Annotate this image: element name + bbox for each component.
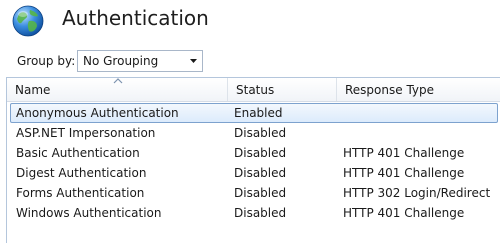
- row-name: ASP.NET Impersonation: [16, 126, 156, 140]
- authentication-list: Name Status Response Type Anonymous Auth…: [6, 77, 500, 243]
- row-status: Disabled: [234, 126, 287, 140]
- column-header-status[interactable]: Status: [228, 78, 337, 101]
- row-name: Forms Authentication: [16, 186, 145, 200]
- chevron-down-icon: [190, 59, 197, 63]
- page-title: Authentication: [62, 6, 209, 30]
- row-status: Disabled: [234, 146, 287, 160]
- row-name: Basic Authentication: [16, 146, 140, 160]
- column-header-response-type[interactable]: Response Type: [337, 78, 500, 101]
- column-header-label: Name: [15, 83, 51, 97]
- table-row[interactable]: ASP.NET Impersonation Disabled: [10, 123, 498, 143]
- row-status: Disabled: [234, 166, 287, 180]
- column-header-label: Response Type: [345, 83, 435, 97]
- table-row[interactable]: Anonymous Authentication Enabled: [10, 103, 498, 123]
- row-response-type: HTTP 401 Challenge: [343, 166, 465, 180]
- group-by-dropdown[interactable]: No Grouping: [77, 50, 203, 72]
- row-name: Anonymous Authentication: [16, 106, 179, 120]
- column-header-row: Name Status Response Type: [7, 78, 500, 102]
- column-header-label: Status: [236, 83, 275, 97]
- row-name: Windows Authentication: [16, 206, 162, 220]
- table-row[interactable]: Basic Authentication Disabled HTTP 401 C…: [10, 143, 498, 163]
- row-status: Disabled: [234, 186, 287, 200]
- table-row[interactable]: Digest Authentication Disabled HTTP 401 …: [10, 163, 498, 183]
- page-header: Authentication: [0, 0, 500, 46]
- table-row[interactable]: Forms Authentication Disabled HTTP 302 L…: [10, 183, 498, 203]
- row-response-type: HTTP 401 Challenge: [343, 206, 465, 220]
- row-response-type: HTTP 401 Challenge: [343, 146, 465, 160]
- column-header-name[interactable]: Name: [7, 78, 228, 101]
- row-status: Disabled: [234, 206, 287, 220]
- row-name: Digest Authentication: [16, 166, 147, 180]
- sort-ascending-icon: [113, 78, 123, 84]
- row-response-type: HTTP 302 Login/Redirect: [343, 186, 491, 200]
- globe-icon: [12, 5, 44, 37]
- group-by-toolbar: Group by: No Grouping: [0, 48, 500, 76]
- group-by-label: Group by:: [17, 54, 76, 68]
- table-row[interactable]: Windows Authentication Disabled HTTP 401…: [10, 203, 498, 223]
- row-status: Enabled: [234, 106, 283, 120]
- group-by-selected-value: No Grouping: [83, 54, 159, 68]
